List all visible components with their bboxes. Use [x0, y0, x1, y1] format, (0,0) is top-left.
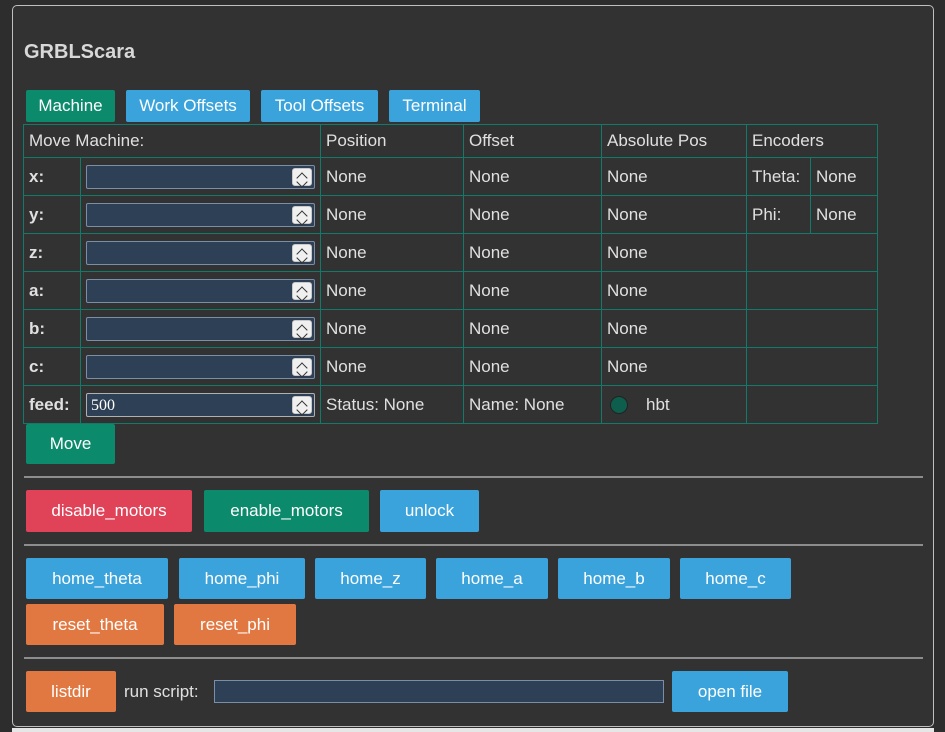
unlock-button[interactable]: unlock	[380, 490, 479, 532]
absolute-value: None	[601, 309, 747, 348]
feed-input[interactable]: 500	[86, 392, 315, 417]
axis-label: z:	[23, 233, 81, 272]
axis-label: c:	[23, 347, 81, 386]
axis-label: x:	[23, 157, 81, 196]
status-text: Status: None	[320, 385, 464, 424]
home-theta-button[interactable]: home_theta	[26, 558, 168, 599]
run-script-label: run script:	[124, 682, 199, 701]
move-button[interactable]: Move	[26, 424, 115, 464]
header-move-machine: Move Machine:	[23, 124, 321, 158]
reset-theta-button[interactable]: reset_theta	[26, 604, 164, 645]
feed-label: feed:	[23, 385, 81, 424]
absolute-value: None	[601, 233, 747, 272]
position-value: None	[320, 233, 464, 272]
position-value: None	[320, 309, 464, 348]
c-input[interactable]	[86, 354, 315, 379]
z-input[interactable]	[86, 240, 315, 265]
spinner-icon[interactable]	[292, 243, 312, 264]
table-row: b: None None None	[23, 309, 878, 348]
tab-machine[interactable]: Machine	[26, 90, 115, 122]
table-row: a: None None None	[23, 271, 878, 310]
encoder-value: None	[810, 157, 878, 196]
heartbeat-cell: hbt	[601, 385, 747, 424]
encoder-label: Phi:	[746, 195, 811, 234]
encoder-label: Theta:	[746, 157, 811, 196]
encoder-empty	[746, 233, 878, 272]
heartbeat-label: hbt	[646, 394, 670, 414]
b-input[interactable]	[86, 316, 315, 341]
position-value: None	[320, 347, 464, 386]
spinner-icon[interactable]	[292, 281, 312, 302]
divider	[24, 476, 923, 478]
table-row: c: None None None	[23, 347, 878, 386]
offset-value: None	[463, 157, 602, 196]
absolute-value: None	[601, 347, 747, 386]
name-text: Name: None	[463, 385, 602, 424]
encoder-value: None	[810, 195, 878, 234]
bottom-strip	[12, 728, 934, 732]
spinner-icon[interactable]	[292, 319, 312, 340]
axis-label: b:	[23, 309, 81, 348]
home-a-button[interactable]: home_a	[436, 558, 548, 599]
listdir-button[interactable]: listdir	[26, 671, 116, 712]
axis-label: y:	[23, 195, 81, 234]
absolute-value: None	[601, 271, 747, 310]
run-script-input[interactable]	[214, 680, 664, 703]
position-value: None	[320, 195, 464, 234]
axis-label: a:	[23, 271, 81, 310]
header-offset: Offset	[463, 124, 602, 158]
position-value: None	[320, 271, 464, 310]
divider	[24, 544, 923, 546]
spinner-icon[interactable]	[292, 167, 312, 188]
app-title: GRBLScara	[24, 41, 136, 63]
feed-row: feed: 500 Status: None Name: None hbt	[23, 385, 878, 424]
disable-motors-button[interactable]: disable_motors	[26, 490, 192, 532]
home-z-button[interactable]: home_z	[315, 558, 426, 599]
spinner-icon[interactable]	[292, 205, 312, 226]
home-c-button[interactable]: home_c	[680, 558, 791, 599]
encoder-empty	[746, 347, 878, 386]
open-file-button[interactable]: open file	[672, 671, 788, 712]
table-row: x: None None None Theta: None	[23, 157, 878, 196]
tab-terminal[interactable]: Terminal	[389, 90, 480, 122]
offset-value: None	[463, 233, 602, 272]
encoder-empty	[746, 271, 878, 310]
tab-tool-offsets[interactable]: Tool Offsets	[261, 90, 378, 122]
position-value: None	[320, 157, 464, 196]
home-phi-button[interactable]: home_phi	[179, 558, 305, 599]
home-b-button[interactable]: home_b	[558, 558, 670, 599]
heartbeat-indicator-icon	[610, 396, 628, 415]
encoder-empty	[746, 385, 878, 424]
table-row: y: None None None Phi: None	[23, 195, 878, 234]
header-absolute-pos: Absolute Pos	[601, 124, 747, 158]
divider	[24, 657, 923, 659]
offset-value: None	[463, 195, 602, 234]
spinner-icon[interactable]	[292, 395, 312, 416]
header-encoders: Encoders	[746, 124, 878, 158]
x-input[interactable]	[86, 164, 315, 189]
offset-value: None	[463, 347, 602, 386]
spinner-icon[interactable]	[292, 357, 312, 378]
header-position: Position	[320, 124, 464, 158]
y-input[interactable]	[86, 202, 315, 227]
encoder-empty	[746, 309, 878, 348]
absolute-value: None	[601, 157, 747, 196]
absolute-value: None	[601, 195, 747, 234]
tab-work-offsets[interactable]: Work Offsets	[126, 90, 250, 122]
a-input[interactable]	[86, 278, 315, 303]
enable-motors-button[interactable]: enable_motors	[204, 490, 369, 532]
table-header-row: Move Machine: Position Offset Absolute P…	[23, 124, 878, 158]
machine-table: Move Machine: Position Offset Absolute P…	[23, 124, 878, 424]
offset-value: None	[463, 271, 602, 310]
table-row: z: None None None	[23, 233, 878, 272]
reset-phi-button[interactable]: reset_phi	[174, 604, 296, 645]
offset-value: None	[463, 309, 602, 348]
